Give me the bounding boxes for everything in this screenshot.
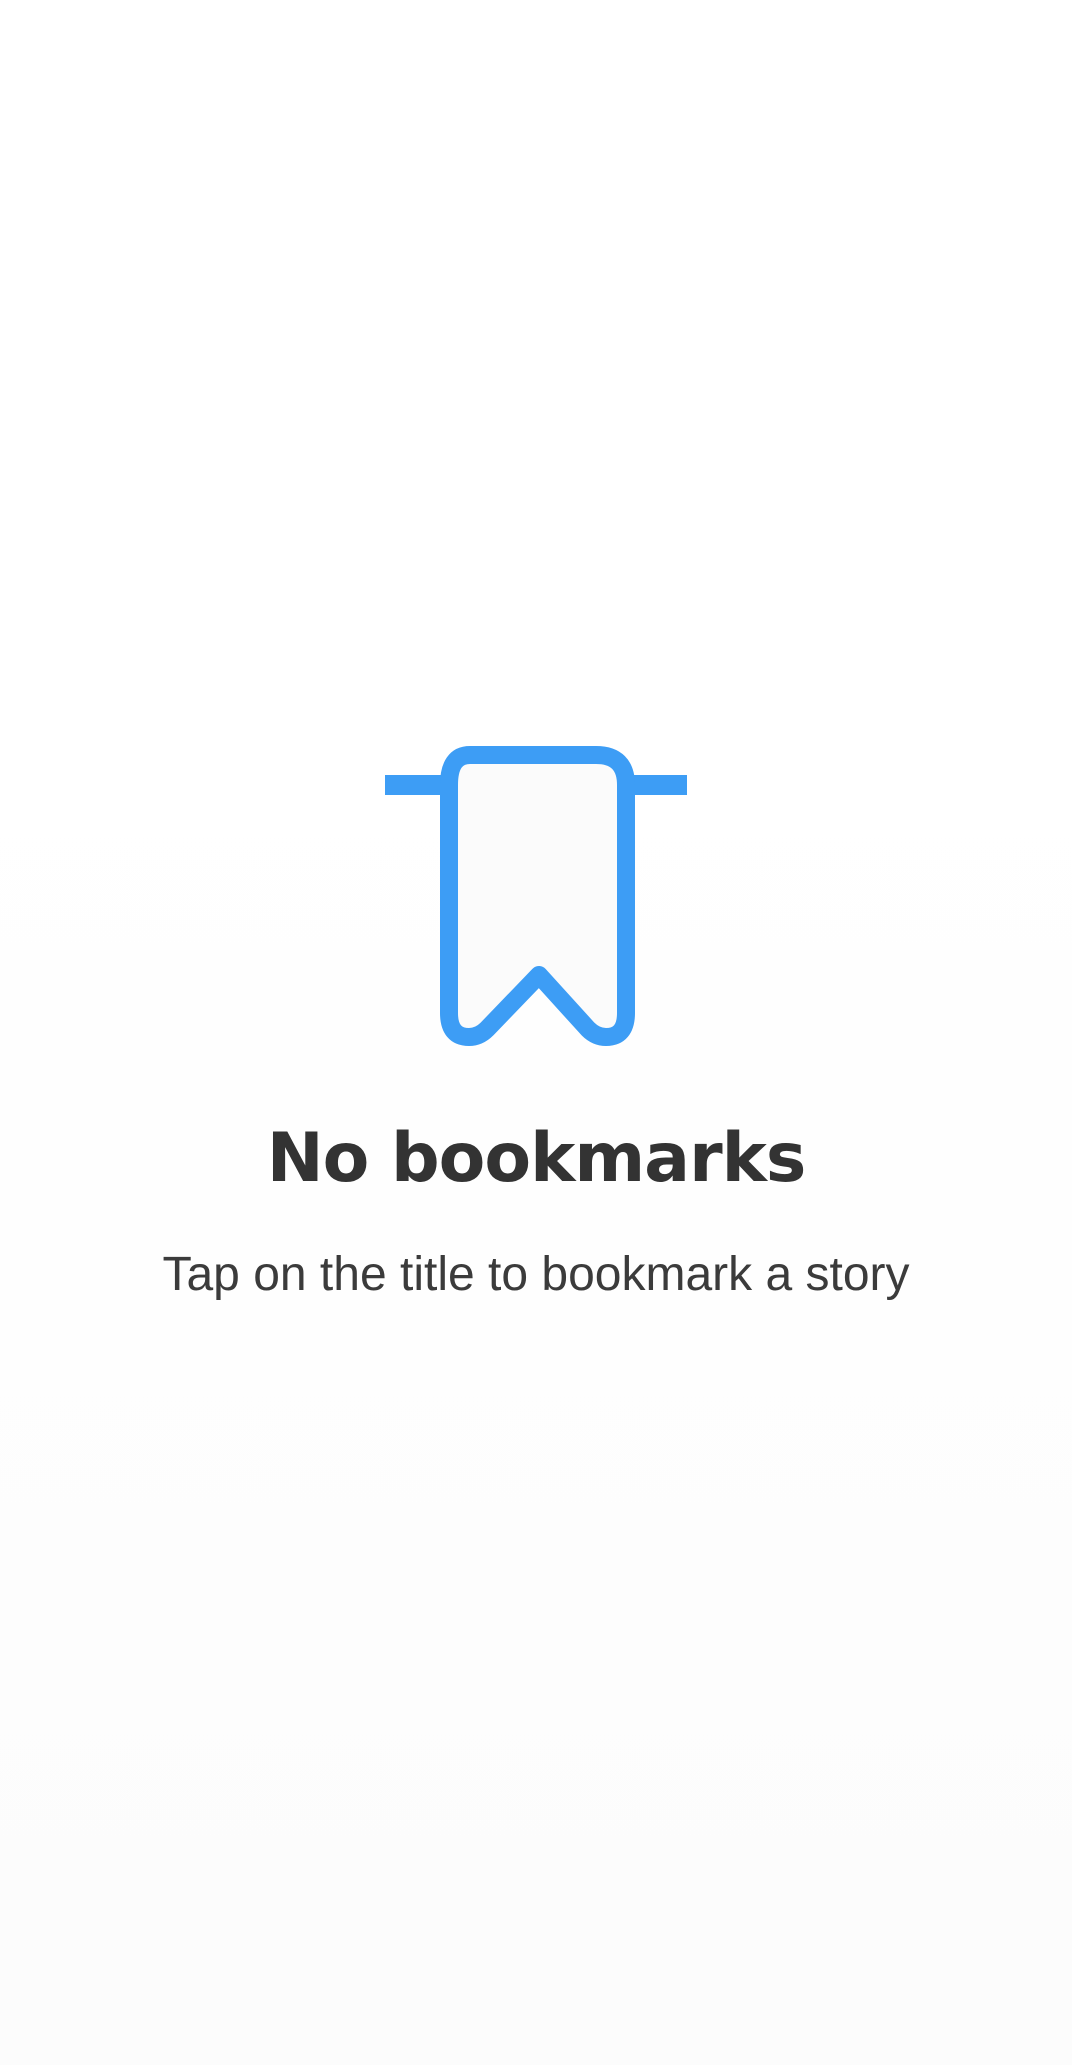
empty-state-title: No bookmarks — [266, 1119, 807, 1198]
bookmark-icon — [385, 745, 687, 1047]
empty-state: No bookmarks Tap on the title to bookmar… — [0, 745, 1072, 1299]
bookmarks-screen: No bookmarks Tap on the title to bookmar… — [0, 0, 1072, 2065]
empty-state-subtitle: Tap on the title to bookmark a story — [162, 1248, 910, 1301]
